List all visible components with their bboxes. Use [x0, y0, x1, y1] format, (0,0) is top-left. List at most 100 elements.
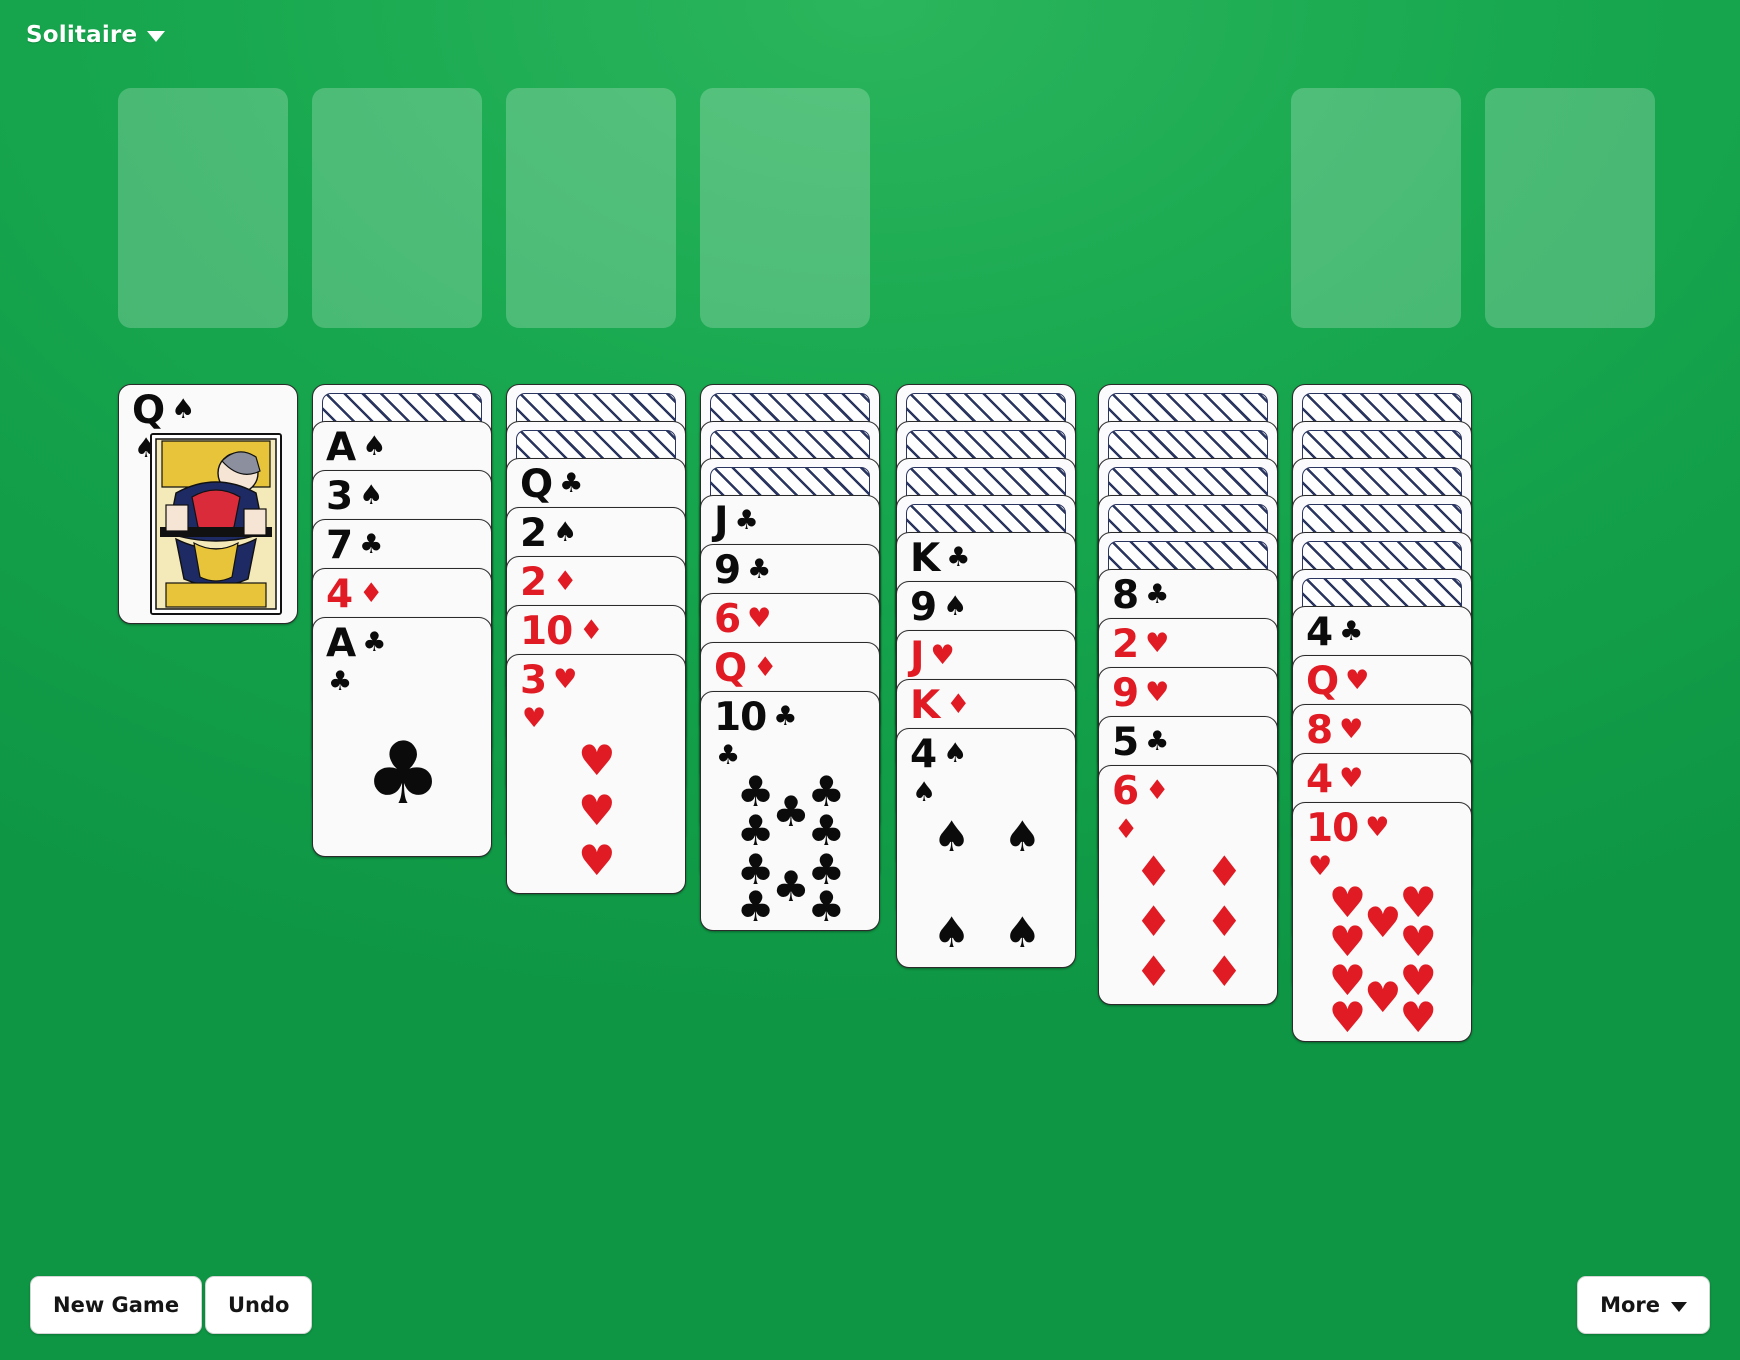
- card-pip-field: ♥ ♥ ♥: [578, 735, 616, 886]
- card-corner-index: 9 ♥: [1112, 674, 1169, 713]
- new-game-label: New Game: [53, 1293, 180, 1317]
- card-suit-icon: ♠: [943, 591, 968, 622]
- card-suit-icon: ♣: [1145, 726, 1170, 757]
- card-corner-index: 10 ♥: [1306, 809, 1390, 848]
- more-label: More: [1600, 1293, 1660, 1317]
- waste-pile-slot[interactable]: [312, 88, 482, 328]
- card-corner-index: Q ♣: [520, 465, 583, 504]
- card-rank: A: [326, 425, 356, 470]
- card-suit-icon: ♥: [1339, 763, 1364, 794]
- card-corner-index: A ♠: [326, 428, 386, 467]
- chevron-down-icon[interactable]: [147, 31, 166, 42]
- card-a-club[interactable]: A ♣ ♣ ♣: [312, 617, 492, 857]
- card-corner-index: 9 ♣: [714, 551, 771, 590]
- card-suit-icon: ♥: [1339, 714, 1364, 745]
- card-rank: 9: [1112, 671, 1139, 716]
- card-corner-index: K ♣: [910, 539, 970, 578]
- card-q-spade[interactable]: Q ♠ ♠: [118, 384, 298, 624]
- card-corner-index: J ♣: [714, 502, 759, 541]
- card-suit-icon: ♣: [773, 701, 798, 732]
- card-rank: 2: [1112, 622, 1139, 667]
- card-suit-icon: ♥: [1345, 665, 1370, 696]
- card-rank: K: [910, 536, 940, 581]
- card-rank: Q: [714, 646, 747, 691]
- card-rank: 3: [520, 658, 547, 703]
- card-rank: 2: [520, 511, 547, 556]
- more-button[interactable]: More: [1577, 1276, 1710, 1334]
- card-6-diamond[interactable]: 6 ♦ ♦ ♦ ♦ ♦ ♦ ♦ ♦: [1098, 765, 1278, 1005]
- card-pip-field: ♣ ♣ ♣ ♣ ♣ ♣ ♣ ♣ ♣ ♣: [736, 767, 846, 931]
- card-pip-field: ♠ ♠ ♠ ♠: [932, 812, 1042, 957]
- card-corner-index: 9 ♠: [910, 588, 967, 627]
- court-card-art: [150, 433, 282, 615]
- undo-label: Undo: [228, 1293, 290, 1317]
- card-corner-index: 10 ♦: [520, 612, 604, 651]
- card-4-spade[interactable]: 4 ♠ ♠ ♠ ♠ ♠ ♠: [896, 728, 1076, 968]
- card-rank: 9: [910, 585, 937, 630]
- card-rank: 9: [714, 548, 741, 593]
- card-suit-icon: ♣: [362, 627, 387, 658]
- card-rank: J: [714, 499, 728, 544]
- free-slot-4[interactable]: [700, 88, 870, 328]
- card-10-heart[interactable]: 10 ♥ ♥ ♥ ♥ ♥ ♥ ♥ ♥ ♥ ♥ ♥ ♥: [1292, 802, 1472, 1042]
- card-corner-index: 4 ♦: [326, 575, 383, 614]
- card-suit-icon: ♦: [579, 615, 604, 646]
- card-suit-icon: ♣: [734, 505, 759, 536]
- card-suit-icon: ♠: [362, 431, 387, 462]
- chevron-down-icon: [1671, 1301, 1687, 1312]
- stock-pile[interactable]: [118, 88, 288, 328]
- card-corner-index: 2 ♦: [520, 563, 577, 602]
- card-suit-icon-secondary: ♦: [1114, 814, 1139, 845]
- card-rank: K: [910, 683, 940, 728]
- tableau-column-2[interactable]: Q♣♣2♠♠2♦♦10♦♦3♥♥♥♥♥: [506, 384, 688, 943]
- card-rank: 8: [1306, 708, 1333, 753]
- card-rank: 10: [714, 695, 767, 740]
- tableau: Q♠♠A♠♠3♠♠7♣♣4♦♦A♣♣♣Q♣♣2♠♠2♦♦10♦♦3♥♥♥♥♥J♣…: [0, 384, 1740, 1284]
- card-10-club[interactable]: 10 ♣ ♣ ♣ ♣ ♣ ♣ ♣ ♣ ♣ ♣ ♣ ♣: [700, 691, 880, 931]
- card-3-heart[interactable]: 3 ♥ ♥ ♥ ♥ ♥: [506, 654, 686, 894]
- card-corner-index: Q ♠: [132, 391, 195, 430]
- card-corner-index: A ♣: [326, 624, 386, 663]
- game-title[interactable]: Solitaire: [26, 22, 137, 48]
- card-suit-icon-secondary: ♥: [1308, 851, 1333, 882]
- card-corner-index: 2 ♥: [1112, 625, 1169, 664]
- top-bar: Solitaire: [26, 22, 166, 48]
- card-corner-index: 2 ♠: [520, 514, 577, 553]
- card-suit-icon-secondary: ♣: [716, 740, 741, 771]
- card-rank: Q: [520, 462, 553, 507]
- card-corner-index: 7 ♣: [326, 526, 383, 565]
- card-suit-icon: ♠: [943, 738, 968, 769]
- card-suit-icon-secondary: ♣: [328, 666, 353, 697]
- card-corner-index: 4 ♣: [1306, 613, 1363, 652]
- card-rank: 2: [520, 560, 547, 605]
- card-corner-index: 8 ♣: [1112, 576, 1169, 615]
- card-suit-icon: ♠: [359, 480, 384, 511]
- card-corner-index: 8 ♥: [1306, 711, 1363, 750]
- card-suit-icon: ♣: [946, 542, 971, 573]
- card-rank: 10: [1306, 806, 1359, 851]
- foundation-diamonds[interactable]: [1291, 88, 1461, 328]
- card-suit-icon: ♦: [753, 652, 778, 683]
- card-suit-icon: ♥: [930, 640, 955, 671]
- undo-button[interactable]: Undo: [205, 1276, 313, 1334]
- card-corner-index: J ♥: [910, 637, 955, 676]
- card-rank: 4: [326, 572, 353, 617]
- card-corner-index: 10 ♣: [714, 698, 798, 737]
- card-rank: 6: [1112, 769, 1139, 814]
- tableau-column-4[interactable]: K♣♣9♠♠J♥♥K♦♦4♠♠♠♠♠♠: [896, 384, 1078, 1017]
- card-suit-icon: ♦: [553, 566, 578, 597]
- card-corner-index: 6 ♦: [1112, 772, 1169, 811]
- card-corner-index: Q ♥: [1306, 662, 1369, 701]
- free-slot-3[interactable]: [506, 88, 676, 328]
- tableau-column-1[interactable]: A♠♠3♠♠7♣♣4♦♦A♣♣♣: [312, 384, 494, 906]
- card-suit-icon: ♣: [747, 554, 772, 585]
- card-rank: 7: [326, 523, 353, 568]
- tableau-column-5[interactable]: 8♣♣2♥♥9♥♥5♣♣6♦♦♦♦♦♦♦♦: [1098, 384, 1280, 1054]
- new-game-button[interactable]: New Game: [30, 1276, 203, 1334]
- foundation-clubs[interactable]: [1485, 88, 1655, 328]
- tableau-column-6[interactable]: 4♣♣Q♥♥8♥♥4♥♥10♥♥♥♥♥♥♥♥♥♥♥♥: [1292, 384, 1474, 1091]
- card-suit-icon: ♥: [1365, 812, 1390, 843]
- card-rank: 8: [1112, 573, 1139, 618]
- tableau-column-3[interactable]: J♣♣9♣♣6♥♥Q♦♦10♣♣♣♣♣♣♣♣♣♣♣♣: [700, 384, 882, 980]
- card-suit-icon: ♥: [553, 664, 578, 695]
